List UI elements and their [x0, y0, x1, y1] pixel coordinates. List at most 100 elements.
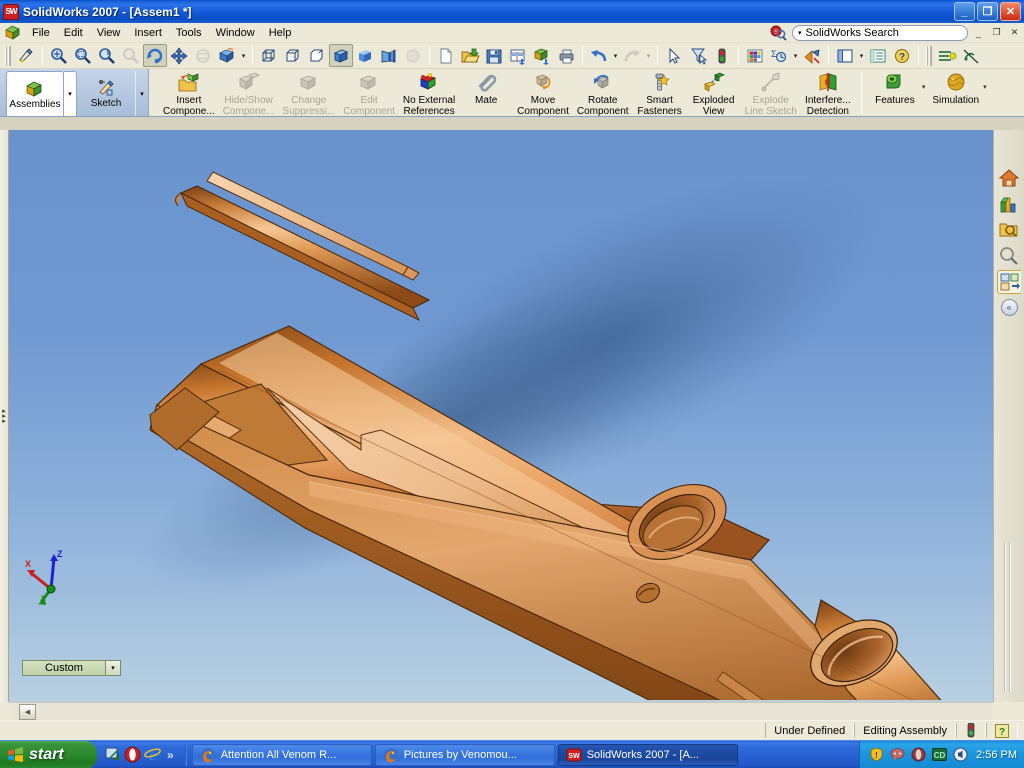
previous-view-button[interactable] — [14, 44, 38, 67]
doc-minimize-button[interactable]: _ — [971, 26, 986, 40]
menu-window[interactable]: Window — [209, 25, 262, 41]
graphics-viewport[interactable]: Z X Y Custom ▾ — [9, 130, 993, 702]
task-search[interactable] — [997, 244, 1021, 268]
doc-restore-button[interactable]: ❐ — [989, 26, 1004, 40]
no-sketch-relation-button[interactable] — [959, 44, 983, 67]
minimize-button[interactable]: _ — [954, 2, 975, 21]
toolbar-grip[interactable] — [926, 45, 932, 66]
undo-button[interactable] — [587, 44, 611, 67]
pan-button[interactable] — [167, 44, 191, 67]
tab-sketch[interactable]: Sketch — [77, 71, 135, 116]
task-sw-resources[interactable] — [997, 166, 1021, 190]
rebuild-button[interactable] — [710, 44, 734, 67]
simulation-button[interactable]: Simulation — [928, 72, 983, 106]
security-shield-icon[interactable]: ! — [869, 747, 884, 762]
make-drawing-button[interactable] — [506, 44, 530, 67]
menu-view[interactable]: View — [90, 25, 128, 41]
view-orientation-dropdown[interactable]: ▾ — [239, 52, 248, 60]
view-orientation-combo-arrow[interactable]: ▾ — [105, 661, 120, 675]
volume-icon[interactable] — [953, 747, 968, 762]
solidworks-box-icon[interactable] — [4, 24, 21, 41]
shaded-button[interactable] — [353, 44, 377, 67]
save-button[interactable] — [482, 44, 506, 67]
internet-explorer-icon[interactable]: e — [144, 746, 161, 764]
select-cursor-button[interactable] — [662, 44, 686, 67]
select-filter-button[interactable] — [686, 44, 710, 67]
opera-tray-icon[interactable] — [911, 747, 926, 762]
tab-sketch-dropdown[interactable]: ▾ — [135, 71, 148, 116]
open-folder-button[interactable] — [458, 44, 482, 67]
shaded-with-edges-button[interactable] — [329, 44, 353, 67]
feature-manager-splitter[interactable]: ▸ ▸ ▸ — [0, 130, 9, 702]
edit-appearance-button[interactable] — [743, 44, 767, 67]
measure-button[interactable]: Σ — [767, 44, 791, 67]
viewport-horizontal-scrollbar[interactable]: ◀ — [9, 702, 993, 720]
view-orientation-button[interactable] — [215, 44, 239, 67]
exploded-view-button[interactable]: Exploded View — [687, 72, 741, 117]
task-pane-collapse-button[interactable]: « — [1000, 299, 1018, 316]
insert-component-button[interactable]: Insert Compone... — [159, 72, 219, 117]
start-button[interactable]: start — [0, 740, 97, 768]
restore-button[interactable]: ❐ — [977, 2, 998, 21]
menu-insert[interactable]: Insert — [127, 25, 169, 41]
search-input[interactable]: ▾ SolidWorks Search — [792, 24, 968, 41]
solidworks-search-icon[interactable]: S — [770, 25, 787, 41]
tab-assemblies[interactable]: Assemblies — [6, 71, 64, 116]
make-assembly-button[interactable] — [530, 44, 554, 67]
help-question-icon[interactable]: ? — [986, 723, 1018, 738]
splitter-expand-arrows[interactable]: ▸ ▸ ▸ — [2, 408, 6, 425]
no-external-references-button[interactable]: No External References — [399, 72, 459, 117]
photoworks-button[interactable] — [800, 44, 824, 67]
rotate-view-button[interactable] — [143, 44, 167, 67]
close-button[interactable]: ✕ — [1000, 2, 1021, 21]
menu-tools[interactable]: Tools — [169, 25, 209, 41]
messenger-icon[interactable] — [890, 747, 905, 762]
new-document-button[interactable] — [434, 44, 458, 67]
chevron-down-icon[interactable]: ▾ — [798, 29, 802, 37]
display-pane-dropdown[interactable]: ▾ — [857, 52, 866, 60]
perspective-button[interactable] — [377, 44, 401, 67]
taskbtn-firefox-2[interactable]: Pictures by Venomou... — [374, 743, 555, 766]
measure-dropdown[interactable]: ▾ — [791, 52, 800, 60]
menu-edit[interactable]: Edit — [57, 25, 90, 41]
doc-close-button[interactable]: ✕ — [1007, 26, 1022, 40]
view-orientation-combo[interactable]: Custom ▾ — [22, 660, 121, 676]
features-button[interactable]: Features — [868, 72, 922, 106]
rebuild-indicator-icon[interactable] — [956, 723, 986, 738]
hidden-lines-visible-button[interactable] — [281, 44, 305, 67]
rotate-component-button[interactable]: Rotate Component — [573, 72, 633, 117]
undo-dropdown[interactable]: ▾ — [611, 52, 620, 60]
zoom-in-out-button[interactable] — [95, 44, 119, 67]
help-button[interactable]: ? — [890, 44, 914, 67]
quick-launch-more-button[interactable]: » — [164, 748, 177, 762]
task-view-palette[interactable] — [997, 270, 1021, 294]
wireframe-button[interactable] — [257, 44, 281, 67]
opera-icon[interactable] — [124, 746, 141, 763]
codec-icon[interactable]: CD — [932, 747, 948, 762]
taskbtn-firefox-1[interactable]: Attention All Venom R... — [191, 743, 372, 766]
zoom-to-fit-button[interactable] — [47, 44, 71, 67]
display-pane-button[interactable] — [833, 44, 857, 67]
print-button[interactable] — [554, 44, 578, 67]
taskbar-clock[interactable]: 2:56 PM — [976, 749, 1017, 761]
options-button[interactable] — [866, 44, 890, 67]
scroll-left-button[interactable]: ◀ — [19, 703, 36, 720]
taskbtn-solidworks[interactable]: SW SolidWorks 2007 - [A... — [557, 743, 738, 766]
simulation-dropdown[interactable]: ▾ — [983, 83, 990, 105]
no-external-references-label-bottom: References — [403, 106, 455, 117]
3d-drawing-view-button — [191, 44, 215, 67]
task-design-library[interactable] — [997, 192, 1021, 216]
menu-file[interactable]: File — [25, 25, 57, 41]
interference-detection-button[interactable]: Interfere... Detection — [801, 72, 855, 117]
line-format-button[interactable] — [935, 44, 959, 67]
task-file-explorer[interactable] — [997, 218, 1021, 242]
menu-help[interactable]: Help — [262, 25, 299, 41]
mate-button[interactable]: Mate — [459, 72, 513, 106]
toolbar-grip[interactable] — [5, 45, 11, 66]
tab-assemblies-dropdown[interactable]: ▾ — [64, 71, 77, 116]
hidden-lines-removed-button[interactable] — [305, 44, 329, 67]
show-desktop-icon[interactable] — [104, 746, 121, 763]
zoom-to-area-button[interactable] — [71, 44, 95, 67]
smart-fasteners-button[interactable]: Smart Fasteners — [633, 72, 687, 117]
move-component-button[interactable]: Move Component — [513, 72, 573, 117]
